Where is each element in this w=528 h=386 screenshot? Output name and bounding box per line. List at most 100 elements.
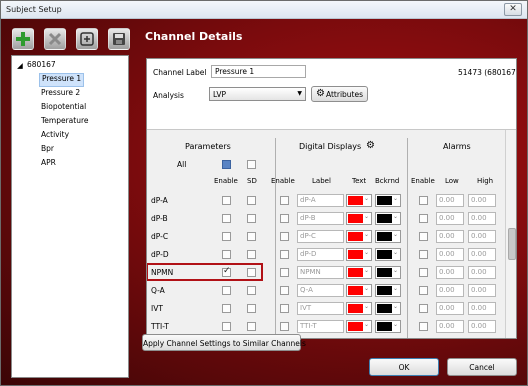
copy-button[interactable] [76,28,98,50]
alarm-low-input[interactable]: 0.00 [436,230,464,243]
save-button[interactable] [108,28,130,50]
alarm-enable-checkbox[interactable] [419,268,428,277]
display-enable-checkbox[interactable] [280,322,289,331]
gear-icon[interactable]: ⚙ [366,140,375,151]
alarm-enable-checkbox[interactable] [419,250,428,259]
param-enable-checkbox[interactable] [222,196,231,205]
text-color-picker[interactable]: ⌄ [346,194,372,207]
tree-root[interactable]: 680167 [27,60,56,69]
param-enable-checkbox[interactable] [222,250,231,259]
display-label-input[interactable]: dP-A [297,194,344,207]
channel-label-input[interactable]: Pressure 1 [211,65,306,78]
param-sd-checkbox[interactable] [247,322,256,331]
analysis-select[interactable]: LVP ▼ [209,87,306,101]
alarm-high-input[interactable]: 0.00 [468,194,496,207]
close-button[interactable]: ✕ [504,3,522,16]
attributes-button[interactable]: ⚙ Attributes [311,86,368,102]
text-color-picker[interactable]: ⌄ [346,212,372,225]
alarm-high-input[interactable]: 0.00 [468,284,496,297]
alarm-low-input[interactable]: 0.00 [436,194,464,207]
alarm-enable-checkbox[interactable] [419,304,428,313]
tree-item-activity[interactable]: Activity [41,130,69,139]
display-label-input[interactable]: dP-D [297,248,344,261]
color-swatch [377,322,392,331]
col-enable: Enable [214,177,238,185]
all-enable-checkbox[interactable] [222,160,231,169]
display-label-input[interactable]: IVT [297,302,344,315]
vertical-scrollbar[interactable] [505,130,516,338]
tree-item-temperature[interactable]: Temperature [41,116,89,125]
bg-color-picker[interactable]: ⌄ [375,212,401,225]
tree-expander-icon[interactable]: ◢ [17,61,23,70]
apply-similar-channels-button[interactable]: Apply Channel Settings to Similar Channe… [142,334,306,351]
text-color-picker[interactable]: ⌄ [346,230,372,243]
scrollbar-thumb[interactable] [508,228,516,260]
param-sd-checkbox[interactable] [247,232,256,241]
alarm-low-input[interactable]: 0.00 [436,266,464,279]
alarm-enable-checkbox[interactable] [419,322,428,331]
display-label-input[interactable]: dP-C [297,230,344,243]
tree-item-biopotential[interactable]: Biopotential [41,102,86,111]
display-label-input[interactable]: dP-B [297,212,344,225]
tree-item-bpr[interactable]: Bpr [41,144,54,153]
tree-item-apr[interactable]: APR [41,158,56,167]
display-enable-checkbox[interactable] [280,268,289,277]
param-enable-checkbox[interactable] [222,304,231,313]
text-color-picker[interactable]: ⌄ [346,284,372,297]
alarm-high-input[interactable]: 0.00 [468,266,496,279]
alarm-enable-checkbox[interactable] [419,232,428,241]
bg-color-picker[interactable]: ⌄ [375,248,401,261]
tree-item-pressure-2[interactable]: Pressure 2 [41,88,80,97]
display-enable-checkbox[interactable] [280,250,289,259]
display-enable-checkbox[interactable] [280,232,289,241]
param-enable-checkbox[interactable] [222,322,231,331]
param-sd-checkbox[interactable] [247,214,256,223]
add-button[interactable] [12,28,34,50]
bg-color-picker[interactable]: ⌄ [375,302,401,315]
all-sd-checkbox[interactable] [247,160,256,169]
param-enable-checkbox[interactable] [222,214,231,223]
alarm-low-input[interactable]: 0.00 [436,320,464,333]
alarm-high-input[interactable]: 0.00 [468,212,496,225]
alarm-low-input[interactable]: 0.00 [436,248,464,261]
display-enable-checkbox[interactable] [280,286,289,295]
col-dd-enable: Enable [271,177,295,185]
bg-color-picker[interactable]: ⌄ [375,266,401,279]
display-enable-checkbox[interactable] [280,196,289,205]
param-enable-checkbox[interactable] [222,286,231,295]
alarm-low-input[interactable]: 0.00 [436,302,464,315]
text-color-picker[interactable]: ⌄ [346,302,372,315]
alarm-low-input[interactable]: 0.00 [436,284,464,297]
alarm-enable-checkbox[interactable] [419,196,428,205]
param-sd-checkbox[interactable] [247,286,256,295]
alarm-enable-checkbox[interactable] [419,286,428,295]
display-enable-checkbox[interactable] [280,214,289,223]
param-enable-checkbox[interactable] [222,232,231,241]
alarm-high-input[interactable]: 0.00 [468,302,496,315]
display-enable-checkbox[interactable] [280,304,289,313]
cancel-button[interactable]: Cancel [447,358,517,376]
alarm-low-input[interactable]: 0.00 [436,212,464,225]
bg-color-picker[interactable]: ⌄ [375,284,401,297]
channel-details-panel: Channel Label Pressure 1 51473 (680167) … [146,58,517,339]
text-color-picker[interactable]: ⌄ [346,266,372,279]
bg-color-picker[interactable]: ⌄ [375,194,401,207]
alarm-enable-checkbox[interactable] [419,214,428,223]
chevron-down-icon: ⌄ [363,285,369,292]
param-sd-checkbox[interactable] [247,250,256,259]
ok-button[interactable]: OK [369,358,439,376]
text-color-picker[interactable]: ⌄ [346,320,372,333]
tree-item-pressure-1[interactable]: Pressure 1 [39,73,85,87]
display-label-input[interactable]: Q-A [297,284,344,297]
bg-color-picker[interactable]: ⌄ [375,230,401,243]
display-label-input[interactable]: NPMN [297,266,344,279]
alarm-high-input[interactable]: 0.00 [468,248,496,261]
delete-button[interactable] [44,28,66,50]
param-sd-checkbox[interactable] [247,196,256,205]
alarm-high-input[interactable]: 0.00 [468,230,496,243]
alarm-high-input[interactable]: 0.00 [468,320,496,333]
text-color-picker[interactable]: ⌄ [346,248,372,261]
bg-color-picker[interactable]: ⌄ [375,320,401,333]
param-sd-checkbox[interactable] [247,304,256,313]
display-label-input[interactable]: TTI-T [297,320,344,333]
